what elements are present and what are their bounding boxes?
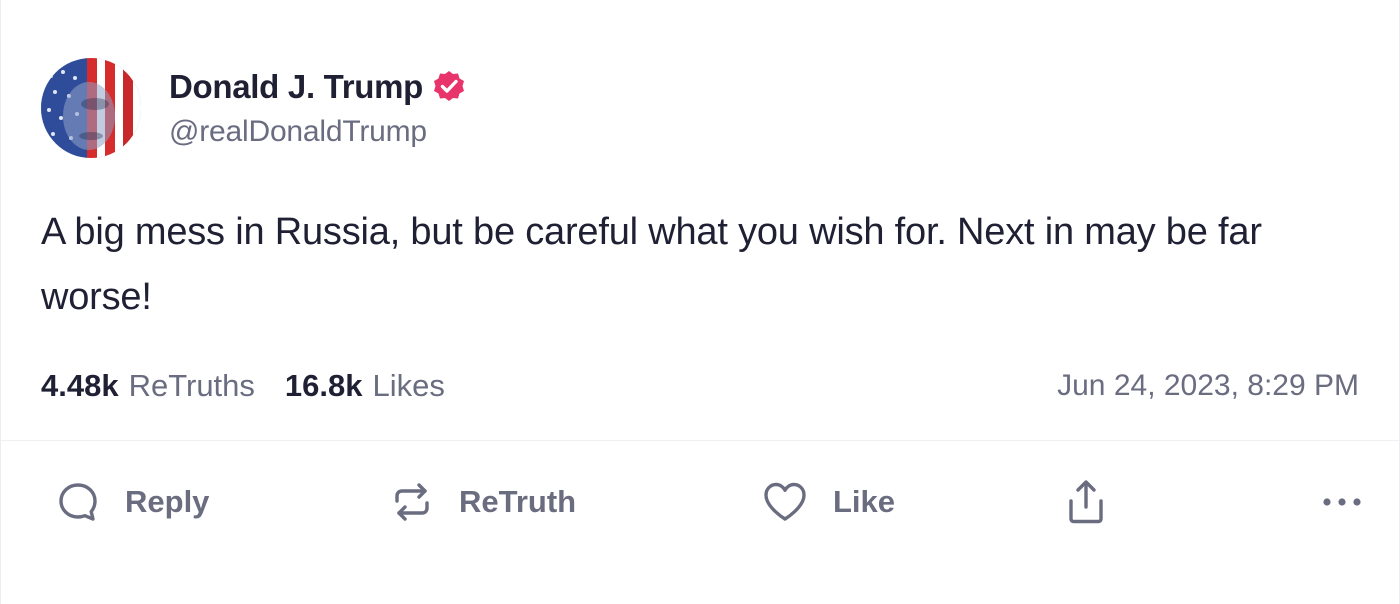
reply-label: Reply <box>125 484 210 519</box>
likes-count: 16.8k <box>284 368 363 403</box>
ellipsis-icon <box>1319 492 1365 512</box>
heart-icon <box>761 479 809 525</box>
avatar[interactable] <box>41 58 141 158</box>
retruths-label: ReTruths <box>128 368 255 403</box>
author-identity: Donald J. Trump @realDonaldTrump <box>169 67 467 149</box>
more-options-button[interactable] <box>1319 492 1365 512</box>
divider <box>1 440 1399 441</box>
post-timestamp[interactable]: Jun 24, 2023, 8:29 PM <box>1057 369 1359 403</box>
like-button[interactable]: Like <box>761 479 1063 525</box>
likes-label: Likes <box>372 368 445 403</box>
name-row: Donald J. Trump <box>169 67 467 107</box>
action-bar: Reply ReTruth Like <box>55 470 1365 534</box>
share-button[interactable] <box>1063 477 1263 527</box>
post-header: Donald J. Trump @realDonaldTrump <box>41 58 467 158</box>
likes-stat[interactable]: 16.8k Likes <box>285 368 445 404</box>
author-handle[interactable]: @realDonaldTrump <box>169 115 467 149</box>
verified-badge-icon <box>431 69 467 105</box>
retruths-stat[interactable]: 4.48k ReTruths <box>41 368 255 404</box>
repost-arrows-icon <box>389 479 435 525</box>
retruth-button[interactable]: ReTruth <box>389 479 761 525</box>
post-stats: 4.48k ReTruths 16.8k Likes Jun 24, 2023,… <box>41 364 1359 408</box>
post-text: A big mess in Russia, but be careful wha… <box>41 211 1262 318</box>
speech-bubble-icon <box>55 479 101 525</box>
retruths-count: 4.48k <box>41 368 119 403</box>
post-card: Donald J. Trump @realDonaldTrump A big m… <box>0 0 1400 604</box>
reply-button[interactable]: Reply <box>55 479 389 525</box>
retruth-label: ReTruth <box>459 484 577 519</box>
like-label: Like <box>833 484 896 519</box>
share-upload-icon <box>1063 477 1109 527</box>
display-name[interactable]: Donald J. Trump <box>169 68 423 106</box>
